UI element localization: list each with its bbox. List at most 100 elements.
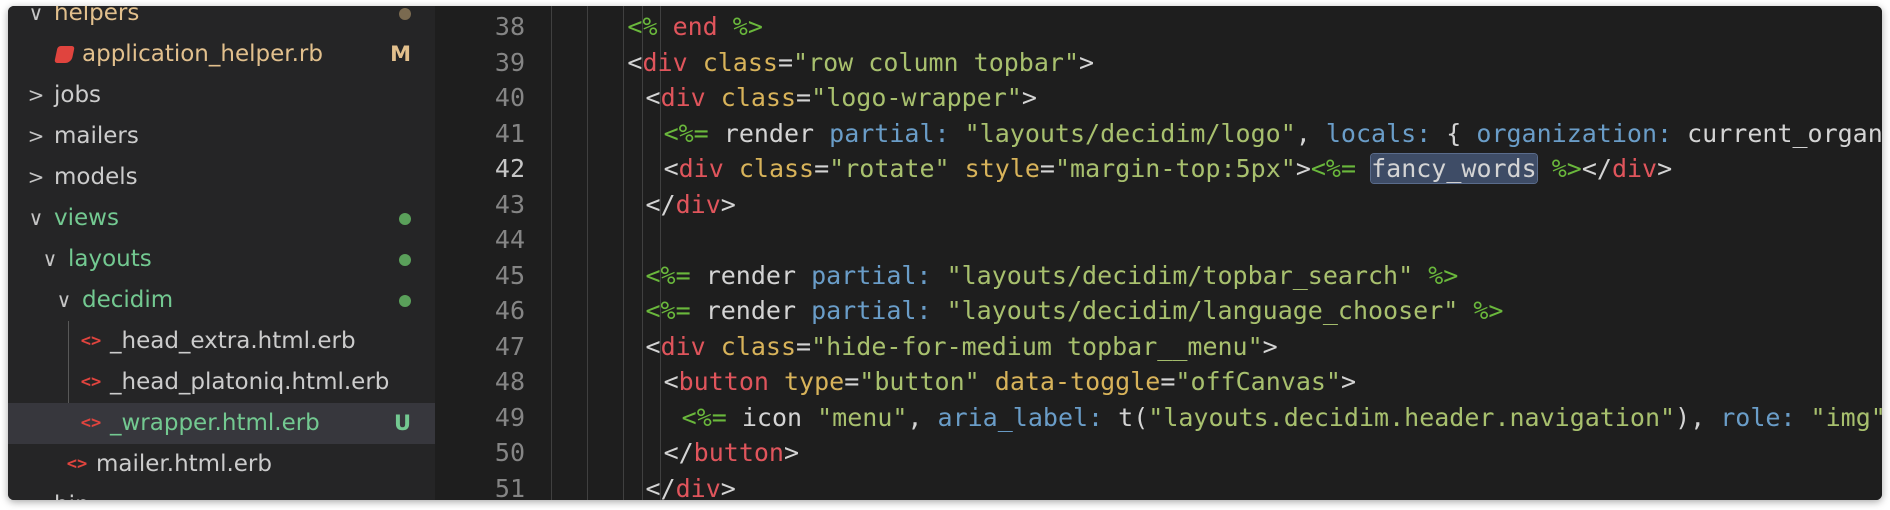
code-line[interactable]: 38 <% end %> [435,9,1882,44]
tree-item-label: _wrapper.html.erb [110,410,320,436]
code-token: class [702,47,778,77]
code-token: ), [1675,402,1721,432]
code-token: %> [1428,260,1459,290]
code-token: div [678,154,724,183]
code-token: </ [645,473,676,501]
line-number: 51 [494,473,525,501]
code-text: <div class="rotate" style="margin-top:5p… [663,151,1672,186]
code-token: "button" [859,367,980,396]
code-line[interactable]: 40 <div class="logo-wrapper"> [435,80,1882,115]
code-token: partial: [811,260,932,290]
code-line[interactable]: 43 </div> [435,187,1882,222]
code-text: <div class="logo-wrapper"> [646,80,1037,115]
code-token: < [663,154,679,183]
code-line[interactable]: 51 </div> [435,471,1882,501]
code-token: < [645,83,661,112]
code-line[interactable]: 46 <%= render partial: "layouts/decidim/l… [435,293,1882,328]
tree-file[interactable]: application_helper.rb M [8,34,435,75]
code-line[interactable]: 49 <%= icon "menu", aria_label: t("layout… [435,400,1882,435]
tree-file[interactable]: <> mailer.html.erb [8,444,435,485]
code-token: partial: [829,118,950,148]
chevron-down-icon: ∨ [56,288,72,312]
html-code-icon: <> [80,372,102,392]
line-number: 48 [494,367,525,396]
tree-folder-layouts[interactable]: ∨ layouts [8,239,435,280]
code-token: type [784,367,845,396]
code-token: %> [1473,296,1504,325]
code-token: = [1160,367,1176,396]
code-token: %> [1551,154,1582,183]
code-token: "offCanvas" [1175,367,1341,396]
code-line[interactable]: 41 <%= render partial: "layouts/decidim/l… [435,116,1882,151]
tree-folder-mailers[interactable]: > mailers [8,116,435,157]
code-token: render [690,296,812,325]
chevron-right-icon: > [26,485,46,500]
git-status-badge: U [393,411,411,435]
chevron-down-icon: ∨ [28,6,44,25]
code-line[interactable]: 44 [435,222,1882,257]
code-token: data-toggle [994,367,1161,396]
tree-file[interactable]: <> _wrapper.html.erb U [8,403,435,444]
code-token: = [814,154,830,183]
tree-item-label: bin [54,485,90,500]
code-line[interactable]: 47 <div class="hide-for-medium topbar__me… [435,329,1882,364]
tree-folder-jobs[interactable]: > jobs [8,75,435,116]
code-token: = [1039,154,1055,183]
code-token: "menu" [817,402,908,432]
code-text: <% end %> [627,9,762,44]
code-text: <button type="button" data-toggle="offCa… [664,364,1356,399]
tree-item-label: models [54,164,138,190]
tree-file[interactable]: <> _head_platoniq.html.erb [8,362,435,403]
line-number: 46 [494,296,525,325]
html-code-icon: <> [66,454,88,474]
tree-item-label: jobs [54,82,102,108]
git-change-dot [399,213,411,225]
code-token: <%= [1310,154,1357,183]
code-token: > [783,438,800,467]
line-number: 47 [494,331,525,361]
code-text: </button> [664,435,799,470]
code-token: div [660,83,706,112]
ruby-file-icon [54,46,75,63]
code-token: = [796,83,812,112]
code-text: <%= render partial: "layouts/decidim/log… [664,116,1882,151]
code-line[interactable]: 45 <%= render partial: "layouts/decidim/t… [435,258,1882,293]
code-token: > [720,189,736,219]
chevron-right-icon: > [27,165,45,189]
code-token: class [738,154,815,183]
code-line[interactable]: 39 <div class="row column topbar"> [435,45,1882,80]
tree-folder-models[interactable]: > models [8,157,435,198]
code-token: "row column topbar" [793,47,1080,77]
tree-item-label: application_helper.rb [82,41,323,67]
code-token: <%= [645,260,691,290]
tree-folder-decidim[interactable]: ∨ decidim [8,280,435,321]
html-code-icon: <> [80,413,102,433]
code-token: = [777,47,794,77]
code-token: </ [663,438,694,467]
tree-folder-views[interactable]: ∨ views [8,198,435,239]
code-text: <div class="row column topbar"> [627,45,1094,80]
code-token: > [720,473,736,501]
code-token: > [1295,154,1311,183]
code-token: div [1611,154,1658,183]
code-token: "hide-for-medium topbar__menu" [811,331,1263,361]
line-number: 43 [494,189,525,219]
code-line[interactable]: 42 <div class="rotate" style="margin-top:… [435,151,1882,186]
tree-folder-bin[interactable]: > bin [8,485,435,500]
code-token: <%= [663,118,709,148]
code-line[interactable]: 50 </button> [435,435,1882,470]
code-token: < [645,331,661,361]
code-editor[interactable]: 38 <% end %> 39 <div class="row column topb… [435,6,1882,500]
tree-folder-helpers[interactable]: ∨ helpers [8,6,435,34]
tree-file[interactable]: <> _head_extra.html.erb [8,321,435,362]
code-text: <%= render partial: "layouts/decidim/top… [646,258,1459,293]
code-line[interactable]: 48 <button type="button" data-toggle="off… [435,364,1882,399]
code-token: "margin-top:5px" [1054,154,1296,183]
